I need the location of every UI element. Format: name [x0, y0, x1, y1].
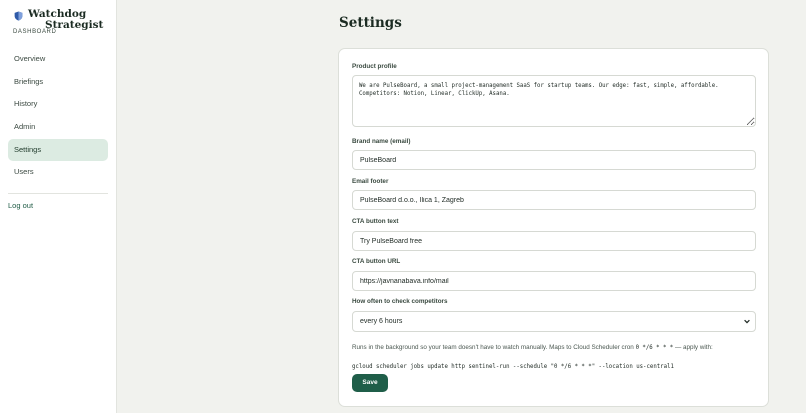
sidebar-nav: Overview Briefings History Admin Setting… — [8, 48, 108, 184]
frequency-label: How often to check competitors — [352, 298, 448, 305]
hint-text-before: Runs in the background so your team does… — [352, 344, 636, 351]
cta-url-input[interactable] — [352, 271, 756, 291]
brand-name: Watchdog Strategist — [28, 9, 114, 30]
cta-url-label: CTA button URL — [352, 258, 401, 265]
hint-text-after: — apply with: — [673, 344, 713, 351]
schedule-hint: Runs in the background so your team does… — [352, 343, 757, 353]
product-profile-textarea[interactable]: We are PulseBoard, a small project-manag… — [352, 75, 756, 127]
email-footer-label: Email footer — [352, 178, 389, 185]
brand-subtitle: DASHBOARD — [13, 29, 57, 35]
chevron-down-icon — [744, 319, 750, 324]
sidebar-item-history[interactable]: History — [8, 93, 108, 115]
cta-text-label: CTA button text — [352, 218, 399, 225]
settings-card: Product profile We are PulseBoard, a sma… — [338, 48, 769, 407]
shield-icon — [14, 11, 23, 21]
product-profile-label: Product profile — [352, 63, 397, 70]
hint-cron: 0 */6 * * * — [635, 345, 674, 351]
cta-text-input[interactable] — [352, 231, 756, 251]
sidebar-divider — [8, 193, 108, 194]
sidebar-item-briefings[interactable]: Briefings — [8, 71, 108, 93]
frequency-select[interactable]: every 6 hours — [352, 311, 756, 332]
brand-name-input[interactable] — [352, 150, 756, 170]
gcloud-command: gcloud scheduler jobs update http sentin… — [352, 364, 674, 370]
sidebar-item-settings[interactable]: Settings — [8, 138, 108, 161]
email-footer-input[interactable] — [352, 190, 756, 210]
sidebar-item-admin[interactable]: Admin — [8, 116, 108, 138]
sidebar-item-users[interactable]: Users — [8, 161, 108, 183]
save-button[interactable]: Save — [352, 374, 388, 392]
frequency-selected-value: every 6 hours — [360, 318, 403, 325]
sidebar: Watchdog Strategist DASHBOARD Overview B… — [0, 0, 117, 413]
logout-link[interactable]: Log out — [8, 200, 33, 212]
brand-name-label: Brand name (email) — [352, 138, 411, 145]
sidebar-item-overview[interactable]: Overview — [8, 48, 108, 70]
page-title: Settings — [339, 15, 402, 31]
